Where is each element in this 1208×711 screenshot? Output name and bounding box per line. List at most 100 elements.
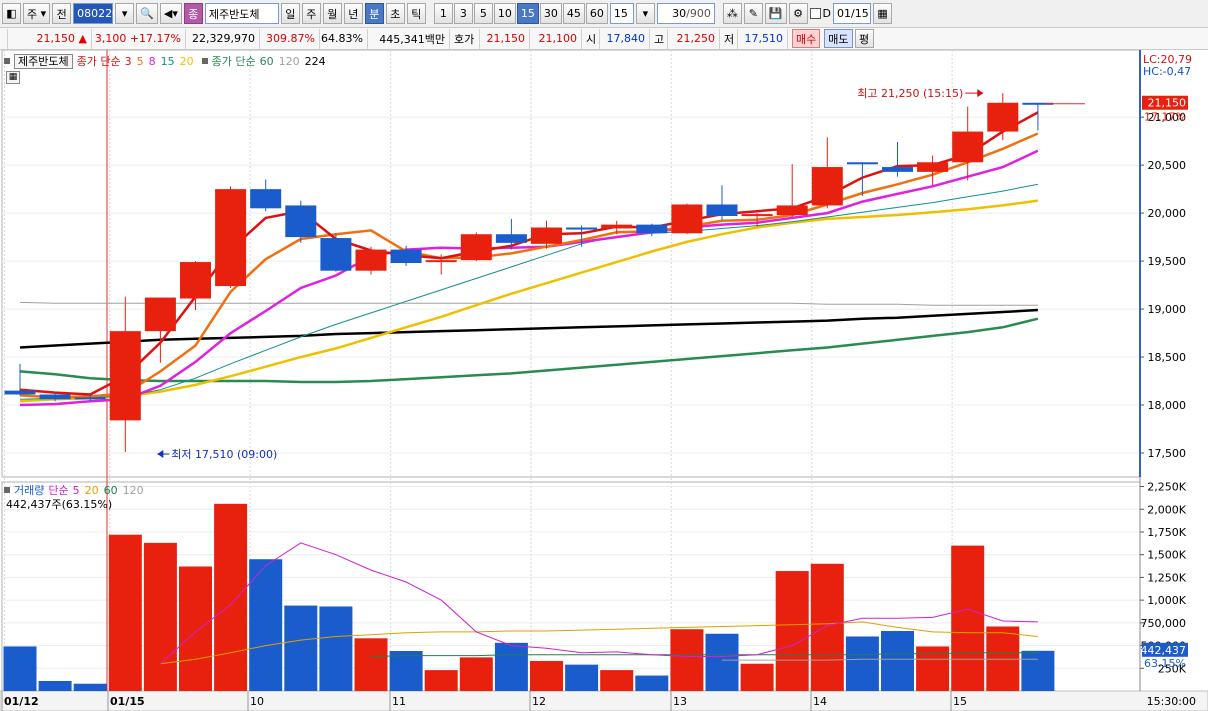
chart-area[interactable]: 17,500 18,000 18,500 19,000 19,500 20,000 20,5… [0, 50, 1208, 711]
volume-bar [775, 571, 809, 691]
volume-tick-label: 1,500K [1147, 549, 1186, 562]
legend-ma-15: 15 [160, 54, 175, 68]
eval-button[interactable]: 평 [854, 29, 874, 48]
count-field[interactable]: 30/900 [656, 3, 715, 24]
volume-bar [354, 638, 388, 691]
bid-value: 21,100 [530, 28, 582, 49]
volume-bar [810, 563, 844, 691]
stock-code-input[interactable]: 080220 [73, 3, 119, 24]
date-checkbox[interactable] [809, 8, 821, 19]
period-second-button[interactable]: 초 [385, 3, 405, 24]
draw-tool-icon[interactable]: ✎ [743, 3, 763, 24]
volume-bar [179, 566, 212, 691]
volume-bar [38, 681, 72, 691]
candle-body [531, 227, 562, 244]
period-year-button[interactable]: 년 [343, 3, 363, 24]
period-day-button[interactable]: 일 [280, 3, 300, 24]
grid-toggle-icon[interactable]: ▦ [6, 71, 20, 84]
candle-body [882, 167, 913, 172]
quote-spacer [0, 28, 8, 49]
x-tick-label: 10 [250, 695, 264, 708]
period-month-button[interactable]: 월 [322, 3, 342, 24]
legend-square-icon-2 [201, 58, 208, 64]
legend-ma-5: 5 [136, 54, 144, 68]
price-tick-label: 18,500 [1148, 351, 1187, 364]
buy-button[interactable]: 매수 [792, 29, 821, 48]
code-dropdown-icon[interactable]: ▾ [115, 3, 135, 24]
price-tick-label: 20,000 [1148, 207, 1187, 220]
volume-bar [951, 545, 985, 691]
stock-tag[interactable]: 제주반도체 [14, 53, 73, 69]
legend-vma-120: 120 [122, 483, 144, 497]
candle-body [601, 224, 633, 229]
candle-body [4, 390, 36, 395]
quote-change: 3,100 +17.17% [92, 28, 186, 49]
interval-buttons: 1 3 5 10 15 30 45 60 [433, 3, 608, 24]
interval-button-30[interactable]: 30 [539, 3, 562, 24]
x-tick-label: 12 [532, 695, 546, 708]
interval-button-10[interactable]: 10 [493, 3, 516, 24]
type-select[interactable]: 주 ▾ [23, 3, 51, 24]
legend-ma-8: 8 [148, 54, 156, 68]
volume-bar [108, 534, 142, 691]
interval-button-1[interactable]: 1 [433, 3, 453, 24]
volume-bar [73, 683, 107, 691]
x-tick-label: 11 [392, 695, 406, 708]
candle-body [706, 204, 738, 217]
candle-body [74, 397, 106, 400]
low-annotation: 최저 17,510 (09:00) [171, 448, 277, 461]
volume-bar [530, 661, 563, 691]
prev-button[interactable]: 전 [52, 3, 72, 24]
toolbar: ◧ 주 ▾ 전 080220 ▾ 🔍 ◀▾ 종 제주반도체 일 주 월 년 분 … [0, 0, 1208, 28]
interval-dropdown-icon[interactable]: ▾ [635, 3, 655, 24]
interval-button-15[interactable]: 15 [516, 3, 539, 24]
quote-volume: 22,329,970 [186, 28, 260, 49]
legend-ma-3: 3 [124, 54, 132, 68]
interval-button-5[interactable]: 5 [473, 3, 493, 24]
sell-button[interactable]: 매도 [824, 29, 853, 48]
speaker-icon[interactable]: ◀▾ [159, 3, 182, 24]
period-minute-button[interactable]: 분 [364, 3, 384, 24]
candle-body [285, 205, 317, 238]
candle-body [460, 234, 492, 261]
interval-button-3[interactable]: 3 [453, 3, 473, 24]
volume-bar [881, 631, 914, 691]
period-week-button[interactable]: 주 [301, 3, 321, 24]
interval-button-60[interactable]: 60 [585, 3, 608, 24]
indicator-icon[interactable]: ⁂ [722, 3, 742, 24]
legend-long-periods: 60 120 224 [260, 55, 326, 68]
price-tick-label: 20,500 [1148, 159, 1187, 172]
legend-long-label: 종가 단순 [211, 55, 256, 68]
volume-tick-label: 2,250K [1147, 481, 1186, 494]
candle-body [741, 214, 773, 217]
search-icon[interactable]: 🔍 [136, 3, 158, 24]
candle-body [952, 131, 984, 163]
volume-bar [424, 670, 458, 691]
date-input[interactable]: 01/15 [833, 3, 872, 24]
quote-bar: 21,150 ▲ 3,100 +17.17% 22,329,970 309.87… [0, 28, 1208, 50]
period-tick-button[interactable]: 틱 [406, 3, 426, 24]
interval-select[interactable]: 15 [609, 3, 634, 24]
candle-body [811, 167, 843, 206]
volume-bar [670, 629, 704, 691]
legend-vma-60: 60 [103, 483, 118, 497]
volume-bar [705, 633, 739, 691]
volume-bar [600, 670, 634, 691]
stock-name-display: 제주반도체 [204, 3, 279, 24]
up-arrow-icon: ▲ [78, 32, 87, 45]
date-check-label: D [822, 7, 832, 20]
low-value: 17,510 [738, 28, 788, 49]
ask-value: 21,150 [480, 28, 530, 49]
type-label: 주 [27, 7, 38, 21]
candle-body [355, 249, 387, 271]
save-icon[interactable]: 💾 [764, 3, 787, 24]
layout-icon[interactable]: ◧ [2, 3, 21, 24]
interval-button-45[interactable]: 45 [562, 3, 585, 24]
gear-icon[interactable]: ⚙ [788, 3, 808, 24]
volume-bar [1021, 650, 1055, 691]
volume-tick-label: 1,750K [1147, 526, 1186, 539]
volume-tick-label: 750,000 [1141, 617, 1187, 630]
volume-tick-label: 2,000K [1147, 503, 1186, 516]
price-tick-label: 19,000 [1148, 303, 1187, 316]
calendar-icon[interactable]: ▦ [873, 3, 893, 24]
